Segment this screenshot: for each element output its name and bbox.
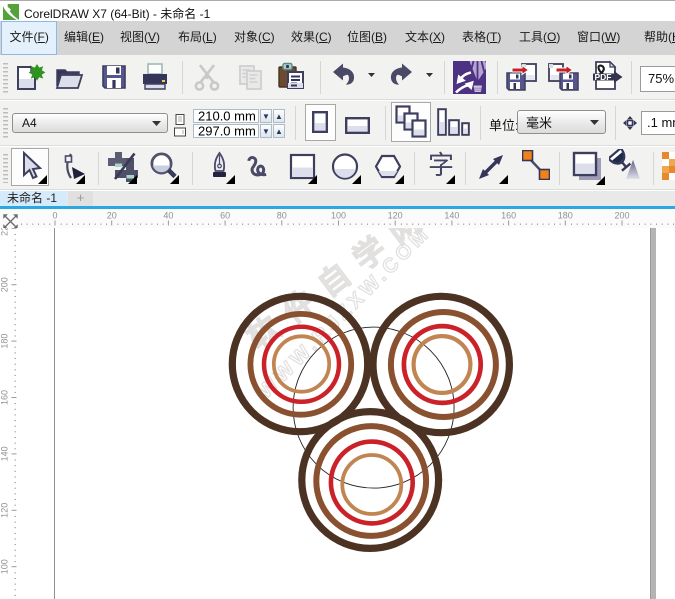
svg-text:100: 100 bbox=[0, 559, 10, 574]
svg-text:160: 160 bbox=[0, 390, 10, 405]
svg-text:PDF: PDF bbox=[595, 72, 612, 82]
svg-text:60: 60 bbox=[220, 210, 230, 220]
svg-text:120: 120 bbox=[0, 503, 10, 518]
svg-text:160: 160 bbox=[501, 210, 516, 220]
svg-text:180: 180 bbox=[558, 210, 573, 220]
svg-text:220: 220 bbox=[0, 228, 10, 236]
svg-text:180: 180 bbox=[0, 334, 10, 349]
svg-text:200: 200 bbox=[614, 210, 629, 220]
svg-text:120: 120 bbox=[388, 210, 403, 220]
svg-text:200: 200 bbox=[0, 277, 10, 292]
svg-text:80: 80 bbox=[277, 210, 287, 220]
svg-text:140: 140 bbox=[0, 446, 10, 461]
svg-text:20: 20 bbox=[107, 210, 117, 220]
svg-text:140: 140 bbox=[444, 210, 459, 220]
svg-text:40: 40 bbox=[163, 210, 173, 220]
svg-text:100: 100 bbox=[331, 210, 346, 220]
svg-text:0: 0 bbox=[52, 210, 57, 220]
